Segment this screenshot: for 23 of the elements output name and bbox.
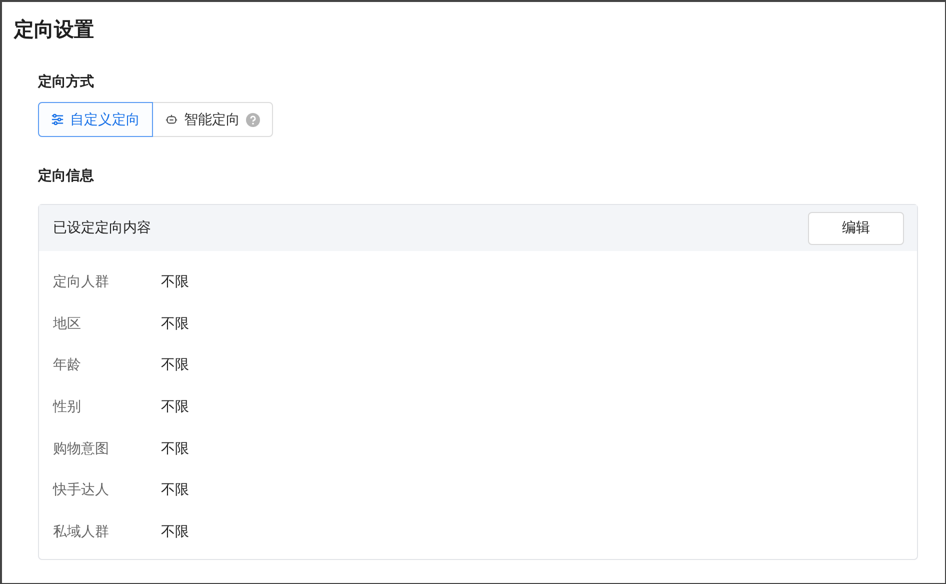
section-label: 定向方式 [38,72,95,92]
field-value: 不限 [161,522,189,541]
field-label: 年龄 [53,356,82,374]
field-value: 不限 [161,314,189,333]
mode-tab[interactable]: 智能定向 [152,102,273,137]
field-label: 地区 [53,314,82,333]
field-value: 不限 [161,440,189,458]
field-label: 定向人群 [53,272,110,291]
robot-icon [165,113,178,126]
field-value: 不限 [161,481,189,500]
field-value: 不限 [161,356,189,374]
field-value: 不限 [161,398,189,416]
panel-title: 已设定定向内容 [53,219,151,237]
field-label: 性别 [53,398,82,416]
field-value: 不限 [161,272,189,291]
page-title: 定向设置 [12,16,95,42]
field-label: 私域人群 [53,522,110,541]
section-label: 定向信息 [38,166,95,186]
mode-tab[interactable]: 自定义定向 [38,102,153,137]
sliders-icon [51,113,64,126]
edit-button[interactable]: 编辑 [808,212,904,244]
field-label: 购物意图 [53,440,110,458]
field-label: 快手达人 [53,481,110,500]
